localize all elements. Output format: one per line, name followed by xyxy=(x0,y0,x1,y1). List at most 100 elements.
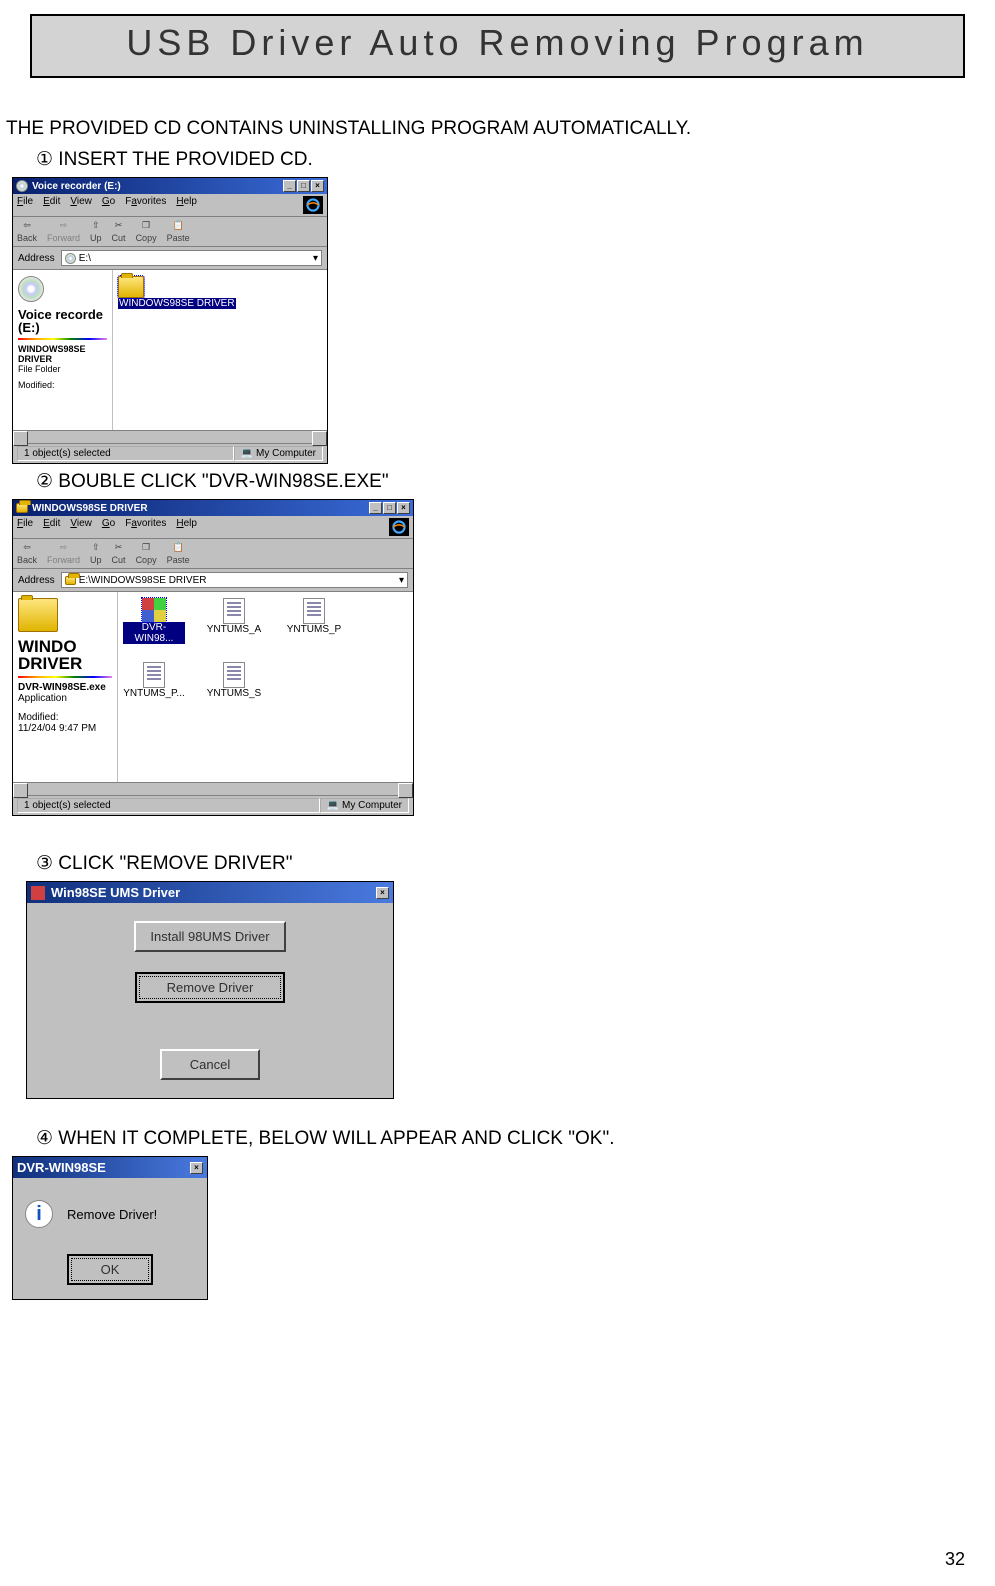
menu-favorites[interactable]: Favorites xyxy=(125,196,166,214)
file-label: YNTUMS_A xyxy=(203,624,265,635)
tool-up[interactable]: ⇧Up xyxy=(90,542,102,565)
close-button[interactable]: × xyxy=(397,502,410,514)
tool-up[interactable]: ⇧Up xyxy=(90,220,102,243)
menu-favorites[interactable]: Favorites xyxy=(125,518,166,536)
ok-button[interactable]: OK xyxy=(67,1254,153,1285)
titlebar: WINDOWS98SE DRIVER _ □ × xyxy=(13,500,413,516)
address-label: Address xyxy=(18,253,55,264)
file-icon[interactable] xyxy=(223,598,245,624)
tool-cut[interactable]: ✂Cut xyxy=(112,542,126,565)
close-button[interactable]: × xyxy=(190,1162,203,1174)
rainbow-divider xyxy=(18,676,112,678)
step2-label: ② BOUBLE CLICK "DVR-WIN98SE.EXE" xyxy=(36,470,995,493)
content-area: THE PROVIDED CD CONTAINS UNINSTALLING PR… xyxy=(0,78,995,1300)
menu-file[interactable]: File xyxy=(17,518,33,536)
tool-paste[interactable]: 📋Paste xyxy=(167,542,190,565)
install-button[interactable]: Install 98UMS Driver xyxy=(134,921,285,952)
address-label: Address xyxy=(18,575,55,586)
exe-icon[interactable] xyxy=(142,598,166,622)
tool-copy[interactable]: ❐Copy xyxy=(136,542,157,565)
folder-icon xyxy=(18,598,58,632)
tool-forward[interactable]: ⇨Forward xyxy=(47,220,80,243)
selected-type: File Folder xyxy=(18,364,107,374)
window-controls: _ □ × xyxy=(283,180,324,192)
statusbar: 1 object(s) selected 💻 My Computer xyxy=(13,443,327,463)
modified-value: 11/24/04 9:47 PM xyxy=(18,723,112,734)
file-icon[interactable] xyxy=(303,598,325,624)
toolbar: ⇦Back ⇨Forward ⇧Up ✂Cut ❐Copy 📋Paste xyxy=(13,538,413,569)
maximize-button[interactable]: □ xyxy=(383,502,396,514)
address-value: E:\ xyxy=(79,253,91,264)
dialog-ums-driver: Win98SE UMS Driver × Install 98UMS Drive… xyxy=(26,881,394,1099)
cancel-button[interactable]: Cancel xyxy=(160,1049,260,1080)
statusbar: 1 object(s) selected 💻 My Computer xyxy=(13,795,413,815)
tool-forward[interactable]: ⇨Forward xyxy=(47,542,80,565)
scrollbar-h[interactable] xyxy=(13,782,413,795)
explorer-window-step2: WINDOWS98SE DRIVER _ □ × File Edit View … xyxy=(12,499,414,816)
ie-logo-icon xyxy=(389,518,409,536)
file-icon[interactable] xyxy=(223,662,245,688)
file-pane[interactable]: DVR-WIN98... YNTUMS_A YNTUMS_P YNTUMS_P.… xyxy=(118,592,413,782)
folder-label: WINDOWS98SE DRIVER xyxy=(118,298,236,309)
menu-edit[interactable]: Edit xyxy=(43,518,60,536)
explorer-window-step1: Voice recorder (E:) _ □ × File Edit View… xyxy=(12,177,328,464)
maximize-button[interactable]: □ xyxy=(297,180,310,192)
menu-go[interactable]: Go xyxy=(102,518,115,536)
menu-go[interactable]: Go xyxy=(102,196,115,214)
menu-edit[interactable]: Edit xyxy=(43,196,60,214)
app-icon xyxy=(31,886,45,900)
modified-label: Modified: xyxy=(18,712,112,723)
address-field[interactable]: E:\WINDOWS98SE DRIVER ▾ xyxy=(61,572,408,588)
scrollbar-h[interactable] xyxy=(13,430,327,443)
dialog-title: Win98SE UMS Driver xyxy=(51,885,180,900)
tool-cut[interactable]: ✂Cut xyxy=(112,220,126,243)
minimize-button[interactable]: _ xyxy=(283,180,296,192)
status-selection: 1 object(s) selected xyxy=(17,446,234,461)
dropdown-icon[interactable]: ▾ xyxy=(313,253,318,264)
menubar: File Edit View Go Favorites Help xyxy=(13,194,327,216)
menu-view[interactable]: View xyxy=(70,196,92,214)
tool-back[interactable]: ⇦Back xyxy=(17,542,37,565)
close-button[interactable]: × xyxy=(376,887,389,899)
step1-label: ① INSERT THE PROVIDED CD. xyxy=(36,148,995,171)
address-bar: Address E:\WINDOWS98SE DRIVER ▾ xyxy=(13,569,413,592)
dialog-body: i Remove Driver! OK xyxy=(13,1178,207,1299)
selected-name: WINDOWS98SE DRIVER xyxy=(18,344,107,364)
close-button[interactable]: × xyxy=(311,180,324,192)
file-label: DVR-WIN98... xyxy=(123,622,185,644)
rainbow-divider xyxy=(18,338,107,340)
cd-icon xyxy=(18,276,44,302)
dialog-body: Install 98UMS Driver Remove Driver Cance… xyxy=(27,903,393,1098)
page-number: 32 xyxy=(945,1549,965,1570)
drive-icon xyxy=(16,180,28,192)
menu-help[interactable]: Help xyxy=(176,518,197,536)
folder-icon[interactable] xyxy=(118,276,144,298)
file-icon[interactable] xyxy=(143,662,165,688)
explorer-body: Voice recorde (E:) WINDOWS98SE DRIVER Fi… xyxy=(13,270,327,430)
modified-label: Modified: xyxy=(18,380,107,390)
file-label: YNTUMS_P... xyxy=(123,688,185,699)
window-title: WINDOWS98SE DRIVER xyxy=(32,503,148,514)
menu-view[interactable]: View xyxy=(70,518,92,536)
menubar: File Edit View Go Favorites Help xyxy=(13,516,413,538)
minimize-button[interactable]: _ xyxy=(369,502,382,514)
explorer-body: WINDODRIVER DVR-WIN98SE.exe Application … xyxy=(13,592,413,782)
step4-label: ④ WHEN IT COMPLETE, BELOW WILL APPEAR AN… xyxy=(36,1127,995,1150)
step3-label: ③ CLICK "REMOVE DRIVER" xyxy=(36,852,995,875)
file-label: YNTUMS_S xyxy=(203,688,265,699)
tool-paste[interactable]: 📋Paste xyxy=(167,220,190,243)
remove-button[interactable]: Remove Driver xyxy=(135,972,285,1003)
file-pane[interactable]: WINDOWS98SE DRIVER xyxy=(113,270,327,430)
toolbar: ⇦Back ⇨Forward ⇧Up ✂Cut ❐Copy 📋Paste xyxy=(13,216,327,247)
page-title: USB Driver Auto Removing Program xyxy=(126,22,868,63)
ie-logo-icon xyxy=(303,196,323,214)
address-field[interactable]: E:\ ▾ xyxy=(61,250,322,266)
tool-copy[interactable]: ❐Copy xyxy=(136,220,157,243)
folder-icon xyxy=(16,503,28,513)
tool-back[interactable]: ⇦Back xyxy=(17,220,37,243)
menu-file[interactable]: File xyxy=(17,196,33,214)
dropdown-icon[interactable]: ▾ xyxy=(399,575,404,586)
status-selection: 1 object(s) selected xyxy=(17,798,320,813)
menu-help[interactable]: Help xyxy=(176,196,197,214)
info-pane: WINDODRIVER DVR-WIN98SE.exe Application … xyxy=(13,592,118,782)
